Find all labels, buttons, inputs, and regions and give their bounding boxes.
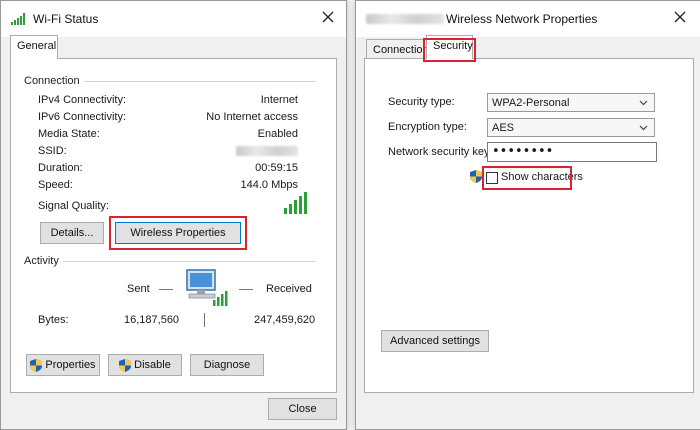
sent-line [159,289,173,290]
shield-icon [470,170,482,183]
wireless-properties-dialog: Wireless Network Properties Connection S… [355,0,700,430]
tab-strip: General [1,35,346,59]
encryption-type-select[interactable]: AES [487,118,655,137]
duration-label: Duration: [38,162,83,174]
redacted-network-name [366,14,444,24]
security-tab-highlight [423,38,476,62]
security-type-value: WPA2-Personal [492,97,570,109]
activity-divider [59,261,316,262]
media-state-value: Enabled [257,128,298,140]
ssid-label: SSID: [38,145,67,157]
shield-icon [119,358,132,372]
close-button[interactable]: Close [268,398,337,420]
properties-button[interactable]: Properties [26,354,100,376]
tab-strip: Connection Security [356,35,700,60]
network-key-label: Network security key [388,146,490,158]
duration-value: 00:59:15 [255,162,298,174]
ipv6-label: IPv6 Connectivity: [38,111,127,123]
wifi-status-titlebar: Wi-Fi Status [1,1,346,37]
signal-quality-label: Signal Quality: [38,200,109,212]
bytes-sent-value: 16,187,560 [124,314,180,326]
network-key-input[interactable]: •••••••• [487,142,657,162]
bytes-label: Bytes: [38,314,69,326]
general-panel: Connection IPv4 Connectivity: Internet I… [10,58,337,393]
ipv4-value: Internet [260,94,298,106]
bytes-received-value: 247,459,620 [254,314,316,326]
connection-heading: Connection [24,75,84,87]
encryption-type-value: AES [492,122,515,134]
security-type-select[interactable]: WPA2-Personal [487,93,655,112]
received-line [239,289,253,290]
ssid-value-redacted [236,145,298,157]
security-panel: Security type: WPA2-Personal Encryption … [364,58,694,393]
diagnose-button[interactable]: Diagnose [190,354,264,376]
disable-button-label: Disable [134,359,171,371]
speed-value: 144.0 Mbps [240,179,298,191]
wireless-properties-titlebar: Wireless Network Properties [356,1,700,37]
ipv6-value: No Internet access [206,111,298,123]
speed-label: Speed: [38,179,73,191]
media-state-label: Media State: [38,128,100,140]
window-title: Wi-Fi Status [33,12,99,26]
details-button[interactable]: Details... [40,222,104,244]
redacted-ssid [236,146,298,157]
disable-button[interactable]: Disable [108,354,182,376]
window-title: Wireless Network Properties [446,12,598,26]
encryption-type-label: Encryption type: [388,121,467,133]
wireless-properties-highlight [109,216,247,250]
connection-divider [65,81,316,82]
bytes-separator [204,313,205,327]
sent-label: Sent [127,283,150,295]
properties-button-label: Properties [45,359,96,371]
tab-connection[interactable]: Connection [366,39,429,60]
chevron-down-icon [639,125,648,131]
ipv4-label: IPv4 Connectivity: [38,94,127,106]
shield-icon [30,358,43,372]
background-window-strip [347,0,355,430]
close-icon[interactable] [672,9,688,25]
chevron-down-icon [639,100,648,106]
show-characters-highlight [482,166,572,190]
security-type-label: Security type: [388,96,455,108]
received-label: Received [266,283,312,295]
wifi-status-dialog: Wi-Fi Status General Connection IPv4 Con… [0,0,347,430]
signal-bars-icon [284,192,308,214]
close-icon[interactable] [320,9,336,25]
advanced-settings-button[interactable]: Advanced settings [381,330,489,352]
network-computer-icon [186,269,228,306]
wifi-icon [11,13,25,25]
tab-general[interactable]: General [10,35,58,59]
activity-heading: Activity [24,255,63,267]
